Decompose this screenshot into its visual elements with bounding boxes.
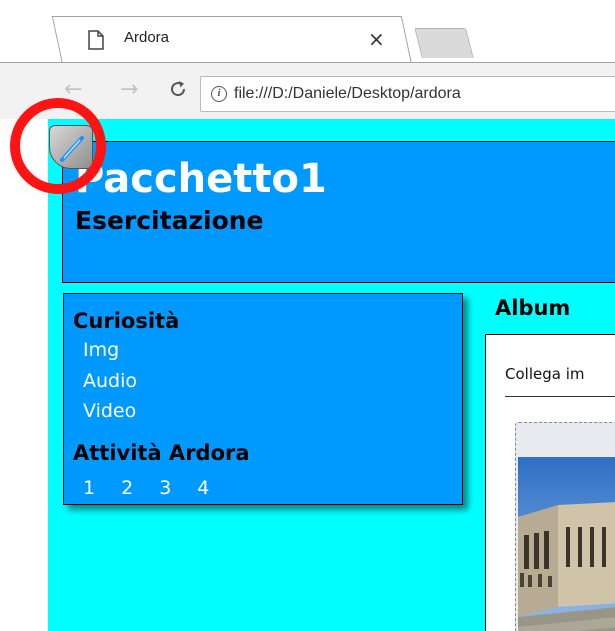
divider-line	[505, 396, 615, 397]
activity-link-2[interactable]: 2	[121, 477, 133, 499]
forward-arrow-icon[interactable]: →	[120, 79, 138, 101]
sidebar-link-img[interactable]: Img	[83, 339, 119, 361]
photo-frame[interactable]	[515, 422, 615, 631]
collega-text: Collega im	[505, 365, 585, 383]
page-subtitle: Esercitazione	[75, 206, 264, 235]
activity-link-1[interactable]: 1	[83, 477, 95, 499]
reload-icon[interactable]	[168, 79, 188, 104]
sidebar-menu: Curiosità Img Audio Video Attività Ardor…	[63, 293, 463, 505]
page-header: Pacchetto1 Esercitazione	[62, 141, 615, 283]
album-heading: Album	[495, 296, 571, 320]
sidebar-link-video[interactable]: Video	[83, 400, 136, 422]
address-bar[interactable]: i file:///D:/Daniele/Desktop/ardora	[200, 76, 615, 112]
sidebar-heading-attivita: Attività Ardora	[73, 441, 250, 465]
new-tab-button[interactable]	[414, 28, 474, 58]
page-icon	[88, 30, 104, 50]
album-photo[interactable]	[518, 457, 615, 631]
activity-link-4[interactable]: 4	[197, 477, 209, 499]
page-title: Pacchetto1	[75, 156, 327, 202]
tab-title: Ardora	[124, 29, 170, 46]
page-viewport: Pacchetto1 Esercitazione Curiosità Img A…	[48, 119, 615, 631]
sidebar-link-audio[interactable]: Audio	[83, 370, 137, 392]
annotation-circle	[10, 98, 106, 194]
sidebar-heading-curiosita: Curiosità	[73, 309, 180, 333]
activity-link-3[interactable]: 3	[159, 477, 171, 499]
info-icon[interactable]: i	[211, 86, 227, 102]
close-tab-icon[interactable]: ×	[368, 27, 385, 51]
album-panel: Collega im	[485, 334, 615, 631]
browser-tab-content[interactable]: Ardora ×	[62, 16, 412, 62]
browser-toolbar: ← → i file:///D:/Daniele/Desktop/ardora	[0, 62, 615, 119]
browser-tabstrip: Ardora ×	[0, 0, 615, 64]
url-text[interactable]: file:///D:/Daniele/Desktop/ardora	[234, 85, 461, 103]
activity-links: 1 2 3 4	[83, 477, 235, 501]
back-arrow-icon[interactable]: ←	[64, 79, 82, 101]
